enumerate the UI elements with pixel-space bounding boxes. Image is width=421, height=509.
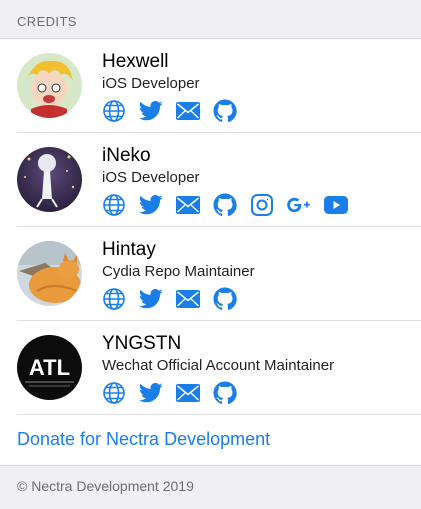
avatar [17,241,82,306]
credit-name: YNGSTN [102,333,182,354]
credit-row-yngstn: ATL YNGSTN Wechat Official Account Maint… [0,321,421,415]
credit-name: Hexwell [102,51,169,72]
credit-role: Wechat Official Account Maintainer [102,357,335,374]
avatar: ATL [17,335,82,400]
credit-role: Cydia Repo Maintainer [102,263,255,280]
mail-icon[interactable] [176,287,200,311]
github-icon[interactable] [213,193,237,217]
github-icon[interactable] [213,381,237,405]
globe-icon[interactable] [102,99,126,123]
credit-row-hexwell: Hexwell iOS Developer [0,39,421,133]
mail-icon[interactable] [176,381,200,405]
twitter-icon[interactable] [139,193,163,217]
youtube-icon[interactable] [324,193,348,217]
mail-icon[interactable] [176,99,200,123]
credits-list: Hexwell iOS Developer iNeko iOS Develope… [0,38,421,466]
donate-link[interactable]: Donate for Nectra Development [0,415,421,465]
globe-icon[interactable] [102,193,126,217]
github-icon[interactable] [213,99,237,123]
credit-role: iOS Developer [102,75,200,92]
twitter-icon[interactable] [139,381,163,405]
globe-icon[interactable] [102,287,126,311]
avatar [17,53,82,118]
google-plus-icon[interactable] [287,193,311,217]
globe-icon[interactable] [102,381,126,405]
credit-role: iOS Developer [102,169,200,186]
credit-row-hintay: Hintay Cydia Repo Maintainer [0,227,421,321]
github-icon[interactable] [213,287,237,311]
mail-icon[interactable] [176,193,200,217]
twitter-icon[interactable] [139,287,163,311]
avatar-logo-text: ATL [29,355,70,380]
footer-copyright: © Nectra Development 2019 [17,478,194,494]
instagram-icon[interactable] [250,193,274,217]
twitter-icon[interactable] [139,99,163,123]
credit-name: Hintay [102,239,156,260]
credit-row-ineko: iNeko iOS Developer [0,133,421,227]
section-header: CREDITS [17,14,77,29]
avatar [17,147,82,212]
credit-name: iNeko [102,145,151,166]
